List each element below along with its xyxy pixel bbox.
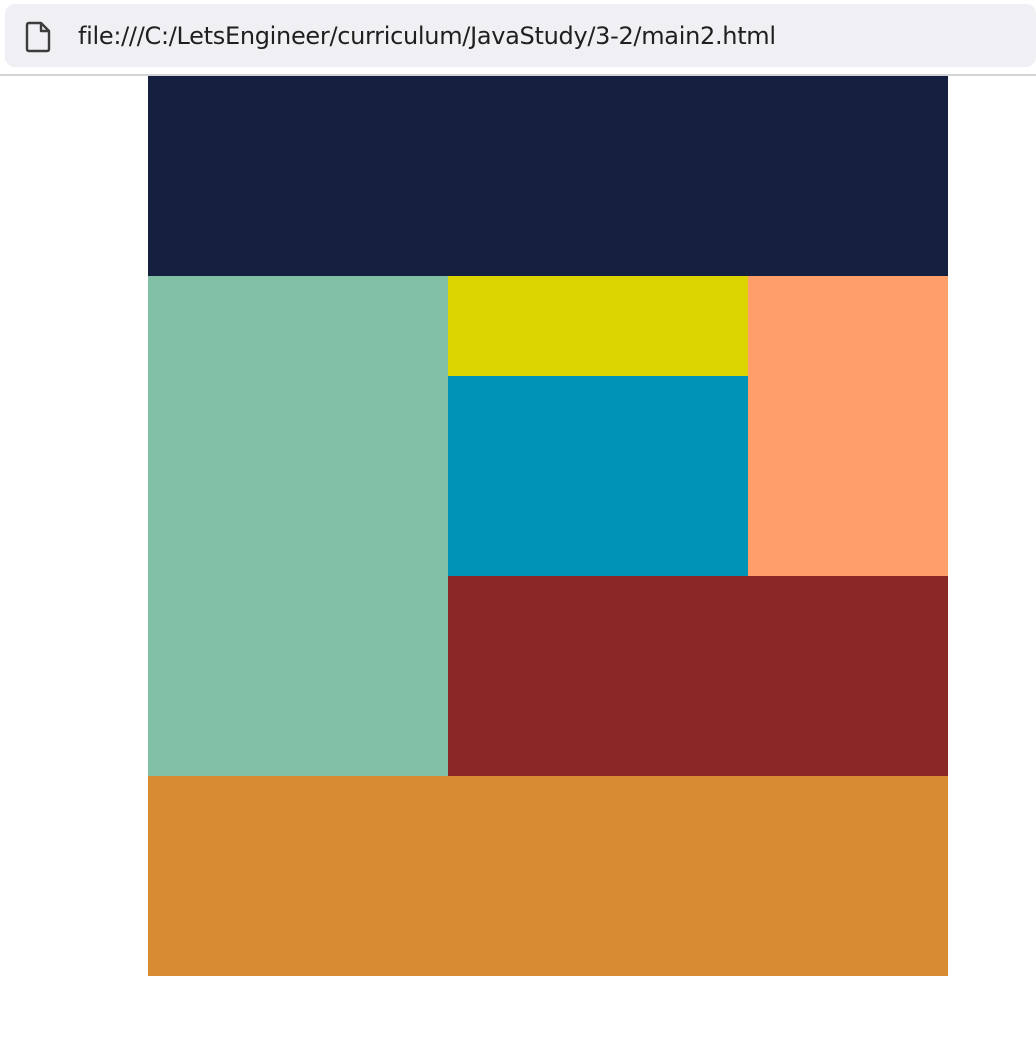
address-bar[interactable]: file:///C:/LetsEngineer/curriculum/JavaS…	[5, 4, 1036, 67]
orange-block	[748, 276, 948, 576]
header-block	[148, 76, 948, 276]
footer-block	[148, 776, 948, 976]
yellow-block	[448, 276, 748, 376]
url-text[interactable]: file:///C:/LetsEngineer/curriculum/JavaS…	[78, 22, 776, 50]
red-block	[448, 576, 948, 776]
file-icon	[25, 21, 51, 53]
blue-block	[448, 376, 748, 576]
page-content	[0, 76, 1036, 1042]
left-block	[148, 276, 448, 776]
browser-toolbar: file:///C:/LetsEngineer/curriculum/JavaS…	[0, 0, 1036, 76]
